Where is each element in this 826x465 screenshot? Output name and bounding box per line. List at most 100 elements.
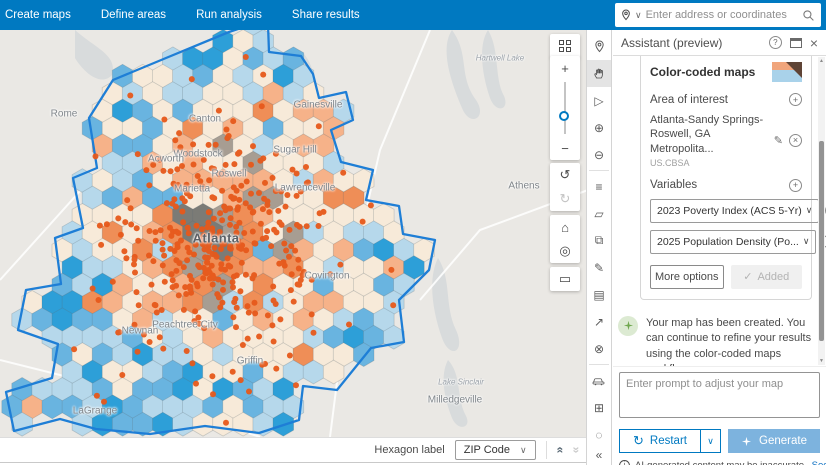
assistant-message: Your map has been created. You can conti… [618, 315, 816, 366]
add-aoi-icon[interactable]: + [789, 93, 802, 106]
zoom-slider[interactable] [559, 82, 569, 134]
disclaimer-text: AI-generated content may be inaccurate. [635, 460, 807, 465]
duplicate-icon[interactable]: ⧉ [587, 227, 611, 254]
variable-value-1: 2023 Poverty Index (ACS 5-Yr) [657, 204, 802, 217]
panel-scrollbar[interactable]: ▲ ▼ [818, 57, 825, 365]
sparkle-icon [741, 436, 752, 446]
check-icon: ✓ [743, 271, 753, 284]
drive-time-car-icon[interactable] [587, 367, 611, 394]
map-style-thumbnail[interactable] [772, 62, 802, 82]
restart-options-chevron[interactable]: ∨ [700, 429, 721, 453]
generate-button[interactable]: Generate [728, 429, 820, 453]
monitor-icon[interactable]: ▭ [550, 267, 580, 291]
remove-circle-icon[interactable]: ⊗ [587, 335, 611, 362]
map-monitor-toolbar: ▭ [550, 267, 580, 291]
collapse-panel-icon[interactable]: « [596, 448, 603, 462]
select-cursor-icon[interactable]: ▷ [587, 87, 611, 114]
remove-aoi-icon[interactable]: × [789, 133, 802, 147]
added-button: ✓ Added [730, 264, 802, 289]
maximize-window-icon[interactable] [789, 37, 802, 48]
table-grid-icon[interactable]: ⊞ [587, 394, 611, 421]
report-icon[interactable]: ▤ [587, 281, 611, 308]
assistant-scroll-area[interactable]: Color-coded maps Area of interest + Atla… [613, 56, 826, 366]
lasso-select-icon[interactable]: ◌ [587, 421, 611, 448]
chevron-down-icon: ∨ [805, 205, 813, 216]
scroll-down-arrow-icon[interactable]: ▼ [818, 358, 825, 364]
search-mode-chevron-icon[interactable]: ∨ [635, 10, 642, 21]
close-icon[interactable]: × [810, 35, 818, 51]
apps-grid-icon[interactable] [550, 34, 580, 58]
business-analyst-app: Create maps Define areas Run analysis Sh… [0, 0, 826, 465]
variable-select-1[interactable]: 2023 Poverty Index (ACS 5-Yr) ∨ [650, 198, 820, 223]
variable-select-2[interactable]: 2025 Population Density (Po... ∨ [650, 229, 817, 254]
pan-hand-icon[interactable] [587, 60, 611, 87]
share-icon[interactable]: ↗ [587, 308, 611, 335]
assistant-footer: ↻ Restart ∨ Generate i AI-generated cont… [613, 366, 826, 465]
nav-define-areas[interactable]: Define areas [101, 9, 166, 21]
variables-label: Variables [650, 179, 698, 192]
hexbin-map-layer [0, 30, 588, 437]
aoi-item: Atlanta-Sandy Springs-Roswell, GA Metrop… [650, 113, 802, 168]
scrollbar-thumb[interactable] [819, 141, 824, 341]
assistant-title: Assistant (preview) [621, 35, 723, 50]
pin-tool-icon[interactable] [587, 33, 611, 60]
undo-icon[interactable]: ↺ [550, 163, 580, 187]
workflow-card: Color-coded maps Area of interest + Atla… [640, 56, 826, 300]
divider [589, 364, 609, 365]
ai-disclaimer: i AI-generated content may be inaccurate… [619, 460, 826, 465]
redo-icon: ↻ [559, 191, 571, 206]
added-label: Added [757, 270, 790, 283]
locate-icon[interactable]: ◎ [550, 239, 580, 263]
zoom-out-tool-icon[interactable]: ⊖ [587, 141, 611, 168]
top-nav-bar: Create maps Define areas Run analysis Sh… [0, 0, 826, 30]
add-variable-icon[interactable]: + [789, 178, 802, 192]
hexagon-label-select[interactable]: ZIP Code ∨ [454, 440, 536, 460]
hexagon-label-caption: Hexagon label [374, 444, 445, 456]
hexagon-label-value: ZIP Code [463, 444, 511, 456]
edit-pencil-icon[interactable]: ✎ [774, 134, 783, 147]
more-options-button[interactable]: More options [650, 264, 724, 289]
collapse-up-icon[interactable]: « [553, 447, 567, 454]
assistant-header: Assistant (preview) ? × [613, 30, 826, 56]
aoi-label: Area of interest [650, 93, 728, 106]
help-icon[interactable]: ? [768, 36, 782, 49]
aoi-name: Atlanta-Sandy Springs-Roswell, GA Metrop… [650, 114, 764, 155]
map-canvas[interactable]: Rome Gainesville Canton Sugar Hill Woodstock… [0, 30, 588, 437]
assistant-panel: Assistant (preview) ? × Color-coded maps… [613, 30, 826, 465]
ruler-icon[interactable]: ▱ [587, 200, 611, 227]
zoom-in-tool-icon[interactable]: ⊕ [587, 114, 611, 141]
edit-icon[interactable]: ✎ [587, 254, 611, 281]
restart-button[interactable]: ↻ Restart [619, 429, 700, 453]
map-zoom-toolbar: + − [550, 56, 580, 160]
map-home-toolbar: ⌂ ◎ [550, 215, 580, 263]
assistant-sparkle-avatar [618, 315, 638, 336]
home-icon[interactable]: ⌂ [550, 215, 580, 239]
nav-create-maps[interactable]: Create maps [5, 9, 71, 21]
assistant-message-text: Your map has been created. You can conti… [646, 316, 812, 366]
chevron-down-icon: ∨ [520, 444, 527, 455]
nav-run-analysis[interactable]: Run analysis [196, 9, 262, 21]
map-bottom-bar: Hexagon label ZIP Code ∨ « » [0, 437, 588, 463]
address-search-box[interactable]: ∨ [615, 3, 821, 27]
search-icon[interactable] [802, 9, 815, 22]
zoom-in-button[interactable]: + [550, 56, 580, 80]
info-icon: i [619, 460, 630, 465]
expand-down-icon: » [569, 446, 584, 454]
divider [545, 441, 547, 459]
zoom-slider-handle[interactable] [559, 111, 569, 122]
scroll-up-arrow-icon[interactable]: ▲ [818, 58, 825, 64]
nav-share-results[interactable]: Share results [292, 9, 360, 21]
map-undo-toolbar: ↺ ↻ [550, 163, 580, 211]
search-input[interactable] [645, 9, 798, 21]
see-terms-link[interactable]: See terms [812, 460, 826, 465]
zoom-out-button[interactable]: − [550, 136, 580, 160]
refresh-icon: ↻ [633, 433, 644, 448]
workflow-card-title: Color-coded maps [650, 65, 756, 79]
legend-icon[interactable]: ≡ [587, 173, 611, 200]
map-apps-toolbar [550, 34, 580, 58]
location-pin-icon [621, 9, 631, 21]
aoi-source: US.CBSA [650, 157, 690, 168]
prompt-input[interactable] [619, 372, 820, 418]
chevron-down-icon: ∨ [802, 236, 810, 247]
map-tool-strip: ▷ ⊕ ⊖ ≡ ▱ ⧉ ✎ ▤ ↗ ⊗ ⊞ ◌ « [586, 30, 612, 465]
